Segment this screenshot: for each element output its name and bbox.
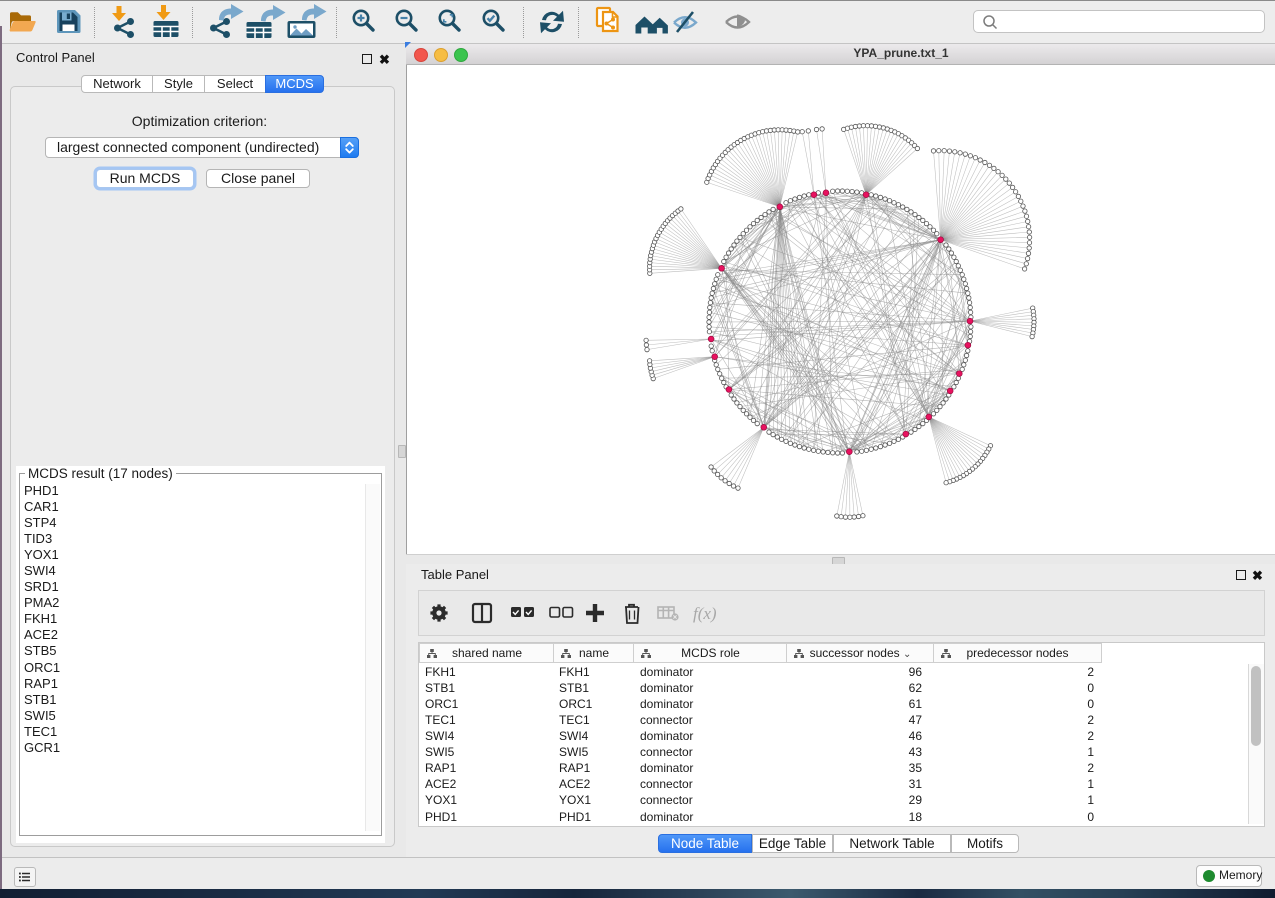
svg-text:f(x): f(x) [693,604,717,623]
